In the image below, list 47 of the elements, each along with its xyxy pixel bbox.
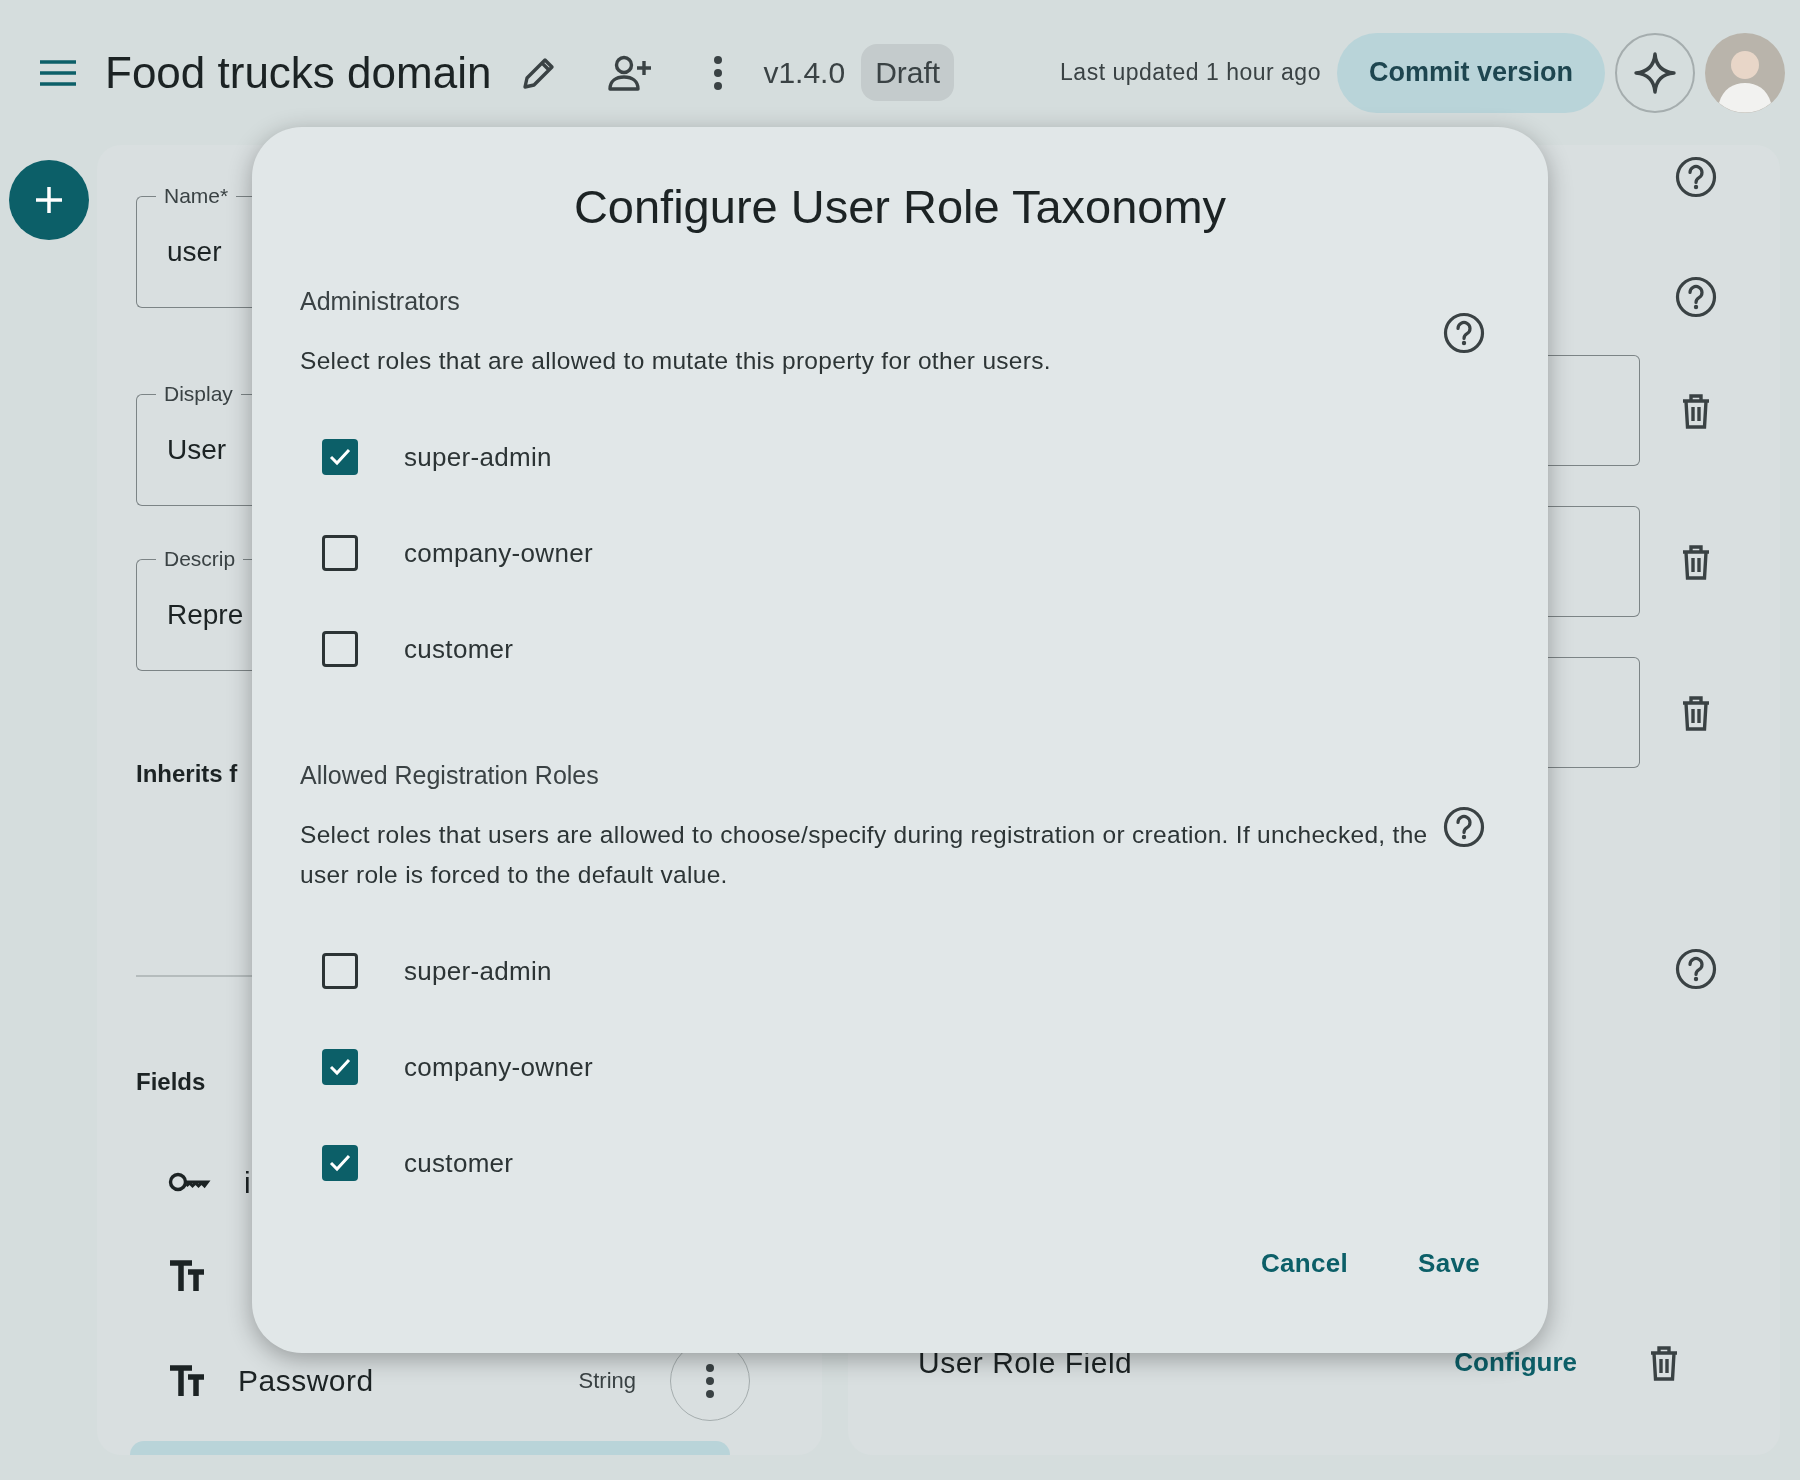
- section-label: Administrators: [300, 286, 460, 317]
- status-badge: Draft: [861, 44, 955, 101]
- version-label: v1.4.0: [763, 55, 846, 91]
- role-field-label: User Role Field: [918, 1345, 1133, 1381]
- help-icon[interactable]: [1674, 947, 1718, 991]
- last-updated-text: Last updated 1 hour ago: [1060, 58, 1321, 88]
- more-icon: [705, 1362, 715, 1399]
- role-label: company-owner: [404, 1050, 593, 1084]
- section-heading: Fields: [136, 1067, 206, 1097]
- section-label: Allowed Registration Roles: [300, 760, 599, 791]
- commit-version-button[interactable]: Commit version: [1336, 32, 1605, 113]
- section-heading: Inherits f: [136, 759, 238, 789]
- help-icon[interactable]: [1442, 805, 1486, 849]
- menu-icon[interactable]: [39, 58, 77, 87]
- role-label: customer: [404, 1146, 514, 1180]
- field-value: Repre: [167, 598, 244, 632]
- assistant-button[interactable]: [1615, 32, 1695, 113]
- checkbox[interactable]: [322, 535, 358, 571]
- dialog-title: Configure User Role Taxonomy: [573, 179, 1227, 235]
- help-icon[interactable]: [1674, 275, 1718, 319]
- save-button[interactable]: Save: [1418, 1244, 1480, 1283]
- section-description: Select roles that users are allowed to choose/specify during registration or creation. If unchecked, the user role is forced to the default value.: [300, 820, 1429, 890]
- role-label: super-admin: [404, 440, 552, 474]
- help-icon[interactable]: [1442, 311, 1486, 355]
- checkbox[interactable]: [322, 631, 358, 667]
- checkbox[interactable]: [322, 953, 358, 989]
- text-type-icon: [168, 1363, 206, 1398]
- plus-icon: [33, 185, 64, 215]
- sparkle-icon: [1634, 51, 1676, 94]
- role-label: customer: [404, 632, 514, 666]
- configure-link[interactable]: Configure: [1454, 1343, 1577, 1382]
- text-type-icon: [168, 1259, 206, 1293]
- page-title: Food trucks domain: [105, 50, 492, 95]
- field-name: i: [244, 1165, 252, 1202]
- field-value: User: [167, 433, 227, 467]
- field-value: user: [167, 235, 222, 269]
- role-label: super-admin: [404, 954, 552, 988]
- cancel-button[interactable]: Cancel: [1261, 1244, 1349, 1283]
- checkbox[interactable]: [322, 1145, 358, 1181]
- checkbox[interactable]: [322, 1049, 358, 1085]
- field-name: Password: [238, 1363, 374, 1400]
- more-icon[interactable]: [713, 54, 724, 91]
- help-icon[interactable]: [1674, 155, 1718, 199]
- field-type: String: [578, 1367, 636, 1396]
- role-label: company-owner: [404, 536, 593, 570]
- checkbox[interactable]: [322, 439, 358, 475]
- section-description: Select roles that are allowed to mutate this property for other users.: [300, 346, 1052, 376]
